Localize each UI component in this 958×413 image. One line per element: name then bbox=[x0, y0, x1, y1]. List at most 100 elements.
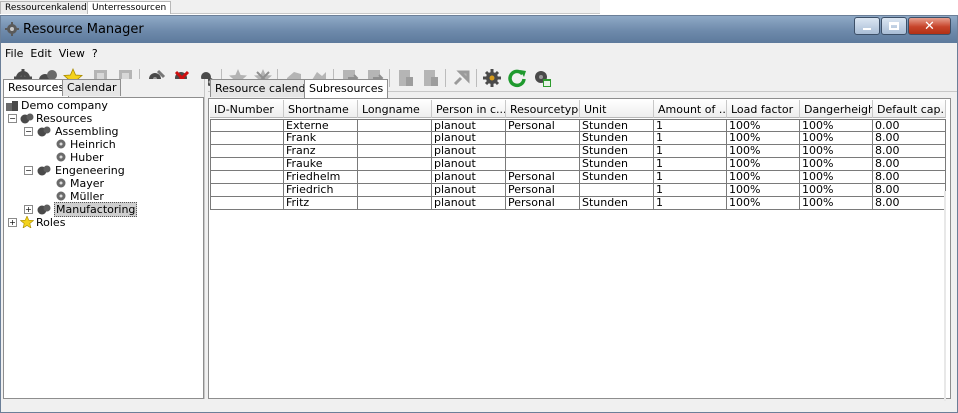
table-cell[interactable]: Stunden bbox=[580, 197, 654, 210]
column-header-amount[interactable]: Amount of ... bbox=[654, 100, 727, 118]
table-row[interactable]: Friedhelm planout Personal Stunden 1 100% 100%… bbox=[210, 171, 946, 184]
table-cell[interactable] bbox=[358, 132, 432, 145]
table-cell[interactable]: 8.00 bbox=[873, 184, 946, 197]
table-row[interactable]: Frank planout Stunden 1 100% 100% 8.00 bbox=[210, 132, 946, 145]
table-cell[interactable]: Franz bbox=[284, 145, 358, 158]
expand-roles-icon[interactable]: + bbox=[8, 218, 17, 227]
table-cell[interactable]: 1 bbox=[654, 119, 727, 132]
table-cell[interactable]: Fritz bbox=[284, 197, 358, 210]
table-cell[interactable]: 1 bbox=[654, 197, 727, 210]
table-cell[interactable] bbox=[358, 184, 432, 197]
tree-item-demo-company[interactable]: Demo company bbox=[21, 99, 108, 112]
table-cell[interactable] bbox=[580, 184, 654, 197]
table-cell[interactable] bbox=[358, 145, 432, 158]
table-cell[interactable] bbox=[210, 171, 284, 184]
column-header-person-in-charge[interactable]: Person in c... bbox=[432, 100, 506, 118]
table-cell[interactable] bbox=[506, 158, 580, 171]
table-cell[interactable]: 0.00 bbox=[873, 119, 946, 132]
table-cell[interactable]: Personal bbox=[506, 184, 580, 197]
table-cell[interactable]: 100% bbox=[727, 132, 800, 145]
table-cell[interactable]: 8.00 bbox=[873, 145, 946, 158]
table-cell[interactable]: 100% bbox=[800, 119, 873, 132]
table-cell[interactable] bbox=[210, 145, 284, 158]
table-cell[interactable]: 100% bbox=[727, 158, 800, 171]
table-cell[interactable] bbox=[358, 197, 432, 210]
tree-item-mayer[interactable]: Mayer bbox=[70, 177, 104, 190]
title-bar[interactable]: Resource Manager ✕ bbox=[1, 16, 957, 43]
table-cell[interactable] bbox=[506, 145, 580, 158]
column-header-load-factor[interactable]: Load factor bbox=[727, 100, 800, 118]
column-header-id-number[interactable]: ID-Number bbox=[210, 100, 284, 118]
table-cell[interactable]: 100% bbox=[727, 145, 800, 158]
table-cell[interactable]: 100% bbox=[800, 158, 873, 171]
column-header-dangerheight[interactable]: Dangerheight bbox=[800, 100, 873, 118]
close-button[interactable]: ✕ bbox=[908, 17, 951, 35]
table-cell[interactable]: 8.00 bbox=[873, 158, 946, 171]
table-cell[interactable] bbox=[358, 171, 432, 184]
collapse-assembling-icon[interactable]: − bbox=[24, 127, 33, 136]
column-header-unit[interactable]: Unit bbox=[580, 100, 654, 118]
table-cell[interactable] bbox=[358, 119, 432, 132]
minimize-button[interactable] bbox=[854, 17, 880, 35]
table-cell[interactable]: 100% bbox=[800, 184, 873, 197]
table-cell[interactable]: 100% bbox=[800, 145, 873, 158]
tree-item-engeneering[interactable]: Engeneering bbox=[55, 164, 125, 177]
table-cell[interactable] bbox=[210, 197, 284, 210]
table-cell[interactable]: Personal bbox=[506, 119, 580, 132]
column-header-resourcetype[interactable]: Resourcetype bbox=[506, 100, 580, 118]
tab-resources[interactable]: Resources bbox=[3, 79, 70, 97]
tree-item-manufactoring[interactable]: Manufactoring bbox=[54, 202, 138, 217]
table-cell[interactable]: 100% bbox=[727, 171, 800, 184]
background-tab-unterressourcen[interactable]: Unterressourcen bbox=[87, 1, 172, 14]
table-cell[interactable]: planout bbox=[432, 119, 506, 132]
table-cell[interactable]: 8.00 bbox=[873, 132, 946, 145]
menu-help[interactable]: ? bbox=[92, 44, 102, 62]
table-cell[interactable]: Personal bbox=[506, 171, 580, 184]
column-header-longname[interactable]: Longname bbox=[358, 100, 432, 118]
table-cell[interactable] bbox=[506, 132, 580, 145]
table-cell[interactable]: Friedrich bbox=[284, 184, 358, 197]
table-cell[interactable]: 1 bbox=[654, 132, 727, 145]
table-row[interactable]: Externe planout Personal Stunden 1 100% 100% 0.… bbox=[210, 119, 946, 132]
column-header-default-capacity[interactable]: Default cap... bbox=[873, 100, 946, 118]
table-cell[interactable]: 100% bbox=[800, 132, 873, 145]
table-cell[interactable] bbox=[358, 158, 432, 171]
table-cell[interactable]: planout bbox=[432, 132, 506, 145]
table-cell[interactable]: 100% bbox=[800, 171, 873, 184]
column-header-shortname[interactable]: Shortname bbox=[284, 100, 358, 118]
table-cell[interactable]: Friedhelm bbox=[284, 171, 358, 184]
table-row[interactable]: Fritz planout Personal Stunden 1 100% 100% 8.00 bbox=[210, 197, 946, 210]
expand-manufactoring-icon[interactable]: + bbox=[24, 205, 33, 214]
tree-item-roles[interactable]: Roles bbox=[36, 216, 65, 229]
maximize-button[interactable] bbox=[881, 17, 907, 35]
table-cell[interactable]: planout bbox=[432, 197, 506, 210]
tree-item-huber[interactable]: Huber bbox=[70, 151, 104, 164]
menu-view[interactable]: View bbox=[59, 44, 89, 62]
table-cell[interactable] bbox=[210, 119, 284, 132]
tab-calendar[interactable]: Calendar bbox=[62, 79, 122, 96]
table-row[interactable]: Franz planout Stunden 1 100% 100% 8.00 bbox=[210, 145, 946, 158]
table-cell[interactable]: 1 bbox=[654, 158, 727, 171]
table-cell[interactable]: 100% bbox=[727, 184, 800, 197]
table-cell[interactable]: 100% bbox=[800, 197, 873, 210]
table-cell[interactable]: Frank bbox=[284, 132, 358, 145]
collapse-engeneering-icon[interactable]: − bbox=[24, 166, 33, 175]
table-cell[interactable]: Stunden bbox=[580, 145, 654, 158]
table-cell[interactable]: Stunden bbox=[580, 158, 654, 171]
table-cell[interactable]: Frauke bbox=[284, 158, 358, 171]
table-cell[interactable] bbox=[210, 184, 284, 197]
table-cell[interactable]: planout bbox=[432, 145, 506, 158]
table-cell[interactable]: 1 bbox=[654, 171, 727, 184]
table-cell[interactable]: planout bbox=[432, 171, 506, 184]
table-cell[interactable] bbox=[210, 132, 284, 145]
table-cell[interactable]: Stunden bbox=[580, 119, 654, 132]
background-tab-ressourcenkalender[interactable]: Ressourcenkalender bbox=[0, 1, 101, 14]
table-cell[interactable] bbox=[210, 158, 284, 171]
table-cell[interactable]: 1 bbox=[654, 184, 727, 197]
tab-subresources[interactable]: Subresources bbox=[304, 79, 389, 98]
collapse-resources-icon[interactable]: − bbox=[8, 114, 17, 123]
tree-item-heinrich[interactable]: Heinrich bbox=[70, 138, 116, 151]
table-row[interactable]: Friedrich planout Personal 1 100% 100% 8.00 bbox=[210, 184, 946, 197]
menu-edit[interactable]: Edit bbox=[30, 44, 55, 62]
table-cell[interactable]: planout bbox=[432, 158, 506, 171]
